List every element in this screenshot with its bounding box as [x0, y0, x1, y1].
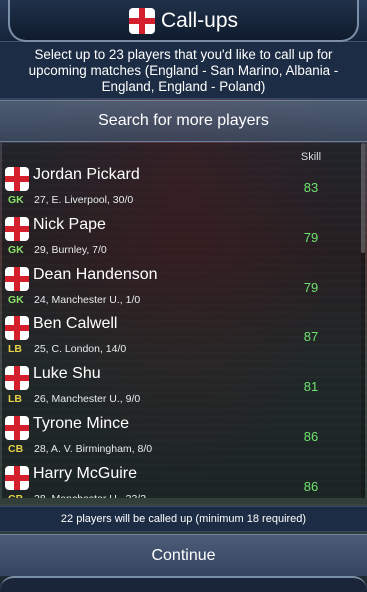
england-flag-icon [128, 7, 155, 34]
player-skill: 86 [303, 429, 319, 444]
player-row[interactable]: Jordan Pickard GK 27, E. Liverpool, 30/0 83 [2, 161, 365, 211]
player-row[interactable]: Harry McGuire CB 28, Manchester U., 33/3 86 [2, 460, 365, 498]
continue-button[interactable]: Continue [0, 534, 367, 576]
player-name: Tyrone Mince [33, 415, 130, 432]
player-position: GK [8, 194, 24, 206]
player-details: 24, Manchester U., 1/0 [34, 293, 141, 306]
player-list: Skill Jordan Pickard GK 27, E. Liverpool, … [2, 143, 365, 498]
player-details: 28, Manchester U., 33/3 [34, 493, 146, 498]
player-name: Nick Pape [33, 215, 106, 233]
player-details: 27, E. Liverpool, 30/0 [34, 194, 134, 206]
player-skill: 79 [303, 229, 319, 245]
player-details: 26, Manchester U., 9/0 [34, 393, 141, 406]
list-scrollbar-thumb[interactable] [361, 143, 365, 253]
search-more-players-button[interactable]: Search for more players [0, 100, 367, 142]
player-row[interactable]: Luke Shu LB 26, Manchester U., 9/0 81 [2, 360, 365, 410]
england-flag-icon [5, 216, 29, 241]
player-details: 29, Burnley, 7/0 [34, 243, 107, 256]
bottom-frame [0, 576, 367, 592]
player-position: LB [8, 343, 22, 356]
player-skill: 81 [303, 379, 319, 395]
england-flag-icon [5, 465, 29, 490]
list-scrollbar[interactable] [361, 143, 365, 498]
player-details: 25, C. London, 14/0 [34, 343, 127, 356]
page-title: Call-ups [160, 8, 239, 32]
player-row[interactable]: Tyrone Mince CB 28, A. V. Birmingham, 8/0 8… [2, 410, 365, 460]
england-flag-icon [5, 266, 29, 291]
player-position: CB [8, 443, 24, 455]
player-skill: 83 [303, 180, 319, 195]
player-name: Luke Shu [33, 365, 101, 383]
player-position: GK [8, 243, 24, 256]
player-row[interactable]: Ben Calwell LB 25, C. London, 14/0 87 [2, 310, 365, 360]
player-position: LB [8, 393, 22, 406]
england-flag-icon [5, 167, 29, 191]
player-name: Harry McGuire [33, 464, 138, 482]
player-skill: 79 [303, 279, 319, 295]
england-flag-icon [5, 366, 29, 391]
england-flag-icon [5, 416, 29, 440]
player-name: Dean Handenson [33, 265, 158, 283]
player-row[interactable]: Dean Handenson GK 24, Manchester U., 1/0 79 [2, 261, 365, 311]
england-flag-icon [5, 316, 29, 341]
player-details: 28, A. V. Birmingham, 8/0 [34, 443, 153, 455]
callup-count-info: 22 players will be called up (minimum 18… [0, 506, 367, 532]
player-skill: 86 [303, 478, 319, 494]
player-name: Ben Calwell [33, 315, 118, 333]
title-bar: Call-ups [0, 0, 367, 42]
player-position: CB [8, 493, 23, 498]
player-row[interactable]: Nick Pape GK 29, Burnley, 7/0 79 [2, 211, 365, 261]
player-name: Jordan Pickard [33, 166, 140, 183]
player-skill: 87 [303, 329, 319, 345]
player-position: GK [8, 293, 24, 306]
intro-instructions: Select up to 23 players that you'd like … [0, 43, 367, 99]
